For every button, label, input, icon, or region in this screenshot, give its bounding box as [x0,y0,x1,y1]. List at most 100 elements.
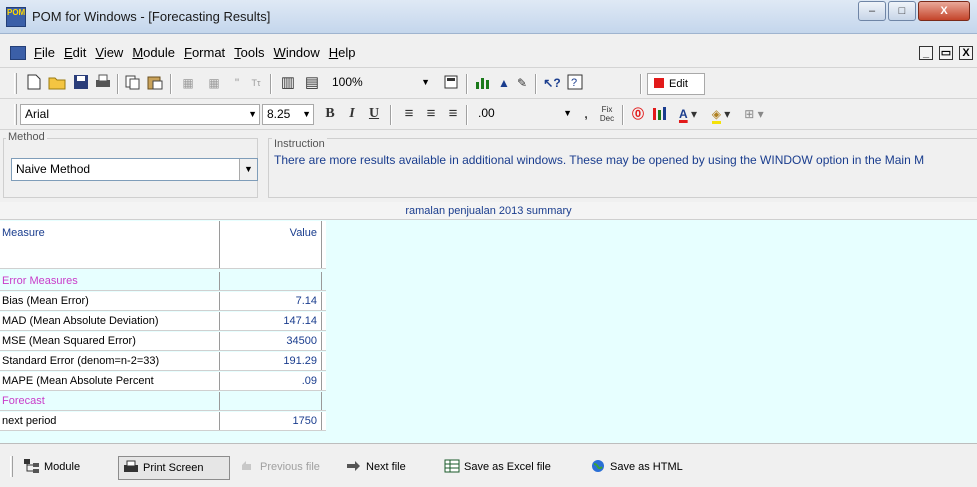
measure-cell[interactable]: next period [0,412,220,430]
value-cell[interactable] [220,272,322,290]
print-screen-button[interactable]: Print Screen [118,456,230,480]
calculator-icon[interactable] [442,74,460,92]
value-cell[interactable]: 191.29 [220,352,322,370]
print-icon[interactable] [94,74,112,92]
new-file-icon[interactable] [26,74,42,92]
measure-cell[interactable]: Forecast [0,392,220,410]
decimals-value: .00 [478,106,495,120]
minimize-button[interactable]: – [858,1,886,21]
menu-item-tools[interactable]: Tools [234,45,264,60]
paste-icon[interactable] [146,74,164,92]
mdi-minimize-button[interactable]: _ [919,46,933,60]
quote-disabled-icon: " [234,76,240,90]
next-file-button[interactable]: Next file [342,456,434,480]
toolbar-grip[interactable] [14,104,17,125]
pen-icon[interactable]: ✎ [514,74,530,92]
save-disk-icon[interactable] [72,74,90,92]
comma-icon[interactable]: , [580,105,592,123]
italic-icon[interactable]: I [344,105,360,123]
mdi-restore-button[interactable]: ▭ [939,46,953,60]
font-color-icon[interactable]: A ▾ [674,105,702,123]
open-folder-icon[interactable] [48,74,68,92]
colored-bars-icon[interactable] [652,105,670,123]
triangle-icon[interactable]: ▲ [496,74,512,92]
menu-item-module[interactable]: Module [132,45,175,60]
value-cell[interactable]: 7.14 [220,292,322,310]
align-center-icon[interactable]: ≡ [422,105,440,123]
window-title: POM for Windows - [Forecasting Results] [32,9,271,24]
module-button[interactable]: Module [20,456,112,480]
measure-cell[interactable]: Error Measures [0,272,220,290]
grid-disabled-icon: ▦ [182,76,194,90]
save-html-button[interactable]: Save as HTML [586,456,706,480]
measure-cell[interactable]: MSE (Mean Squared Error) [0,332,220,350]
chevron-down-icon: ▼ [302,109,311,119]
align-right-icon[interactable]: ≡ [444,105,462,123]
excel-icon [444,459,460,473]
value-cell[interactable] [220,392,322,410]
help-icon[interactable]: ? [566,74,584,92]
menu-item-view[interactable]: View [95,45,123,60]
rows-icon[interactable]: ▤ [302,74,322,92]
edit-button[interactable]: Edit [647,73,705,95]
menu-item-help[interactable]: Help [329,45,356,60]
table-row[interactable]: MAD (Mean Absolute Deviation) 147.14 [0,312,326,331]
menu-item-edit[interactable]: Edit [64,45,86,60]
zero-icon[interactable]: ⓪ [630,105,646,123]
value-cell[interactable]: .09 [220,372,322,390]
borders-icon[interactable]: ⊞ ▾ [740,105,768,123]
value-cell[interactable]: 34500 [220,332,322,350]
copy-icon[interactable] [124,74,142,92]
pom-app-icon[interactable]: POM [6,7,26,27]
bottom-toolbar: Module Print Screen Previous file Next f… [0,443,977,487]
section-row[interactable]: Forecast [0,392,326,411]
toolbar-grip[interactable] [14,73,17,94]
save-excel-button[interactable]: Save as Excel file [440,456,580,480]
fill-color-icon[interactable]: ◈ ▾ [706,105,736,124]
separator [270,74,272,94]
globe-icon [592,460,604,472]
table-row[interactable]: MSE (Mean Squared Error) 34500 [0,332,326,351]
toolbar-grip[interactable] [10,456,13,477]
chevron-down-icon: ▼ [239,159,257,180]
context-help-icon[interactable]: ↖? [542,74,562,92]
decimals-select[interactable]: .00 ▼ [474,104,574,125]
previous-file-button[interactable]: Previous file [236,456,336,480]
zoom-select[interactable]: 100% ▼ [328,73,432,94]
menu-bar: File Edit View Module Format Tools Window Help … [0,34,977,68]
font-select[interactable]: Arial ▼ [20,104,260,125]
value-cell[interactable]: 147.14 [220,312,322,330]
fix-decimal-icon[interactable]: Fix Dec [598,105,616,123]
close-button[interactable]: X [918,1,970,21]
stop-icon [654,78,664,88]
measure-cell[interactable]: Standard Error (denom=n-2=33) [0,352,220,370]
menu-item-window[interactable]: Window [274,45,320,60]
menu-item-format[interactable]: Format [184,45,225,60]
mdi-close-button[interactable]: X [959,46,973,60]
chart-icon[interactable] [474,74,494,92]
font-size-select[interactable]: 8.25 ▼ [262,104,314,125]
document-icon[interactable] [10,46,26,60]
header-value: Value [220,221,322,268]
table-row[interactable]: next period 1750 [0,412,326,431]
separator [640,74,642,94]
measure-cell[interactable]: MAD (Mean Absolute Deviation) [0,312,220,330]
menu-item-file[interactable]: File [34,45,55,60]
table-row[interactable]: Standard Error (denom=n-2=33) 191.29 [0,352,326,371]
bold-icon[interactable]: B [322,105,338,123]
underline-icon[interactable]: U [366,105,382,123]
save-html-label: Save as HTML [610,461,683,473]
separator [466,74,468,94]
table-row[interactable]: Bias (Mean Error) 7.14 [0,292,326,311]
measure-cell[interactable]: MAPE (Mean Absolute Percent [0,372,220,390]
separator [622,105,624,125]
align-left-icon[interactable]: ≡ [400,105,418,123]
table-row[interactable]: MAPE (Mean Absolute Percent .09 [0,372,326,391]
method-select[interactable]: Naive Method ▼ [11,158,258,181]
title-disabled-icon: Tτ [251,78,261,88]
value-cell[interactable]: 1750 [220,412,322,430]
columns-icon[interactable]: ▥ [278,74,298,92]
section-row[interactable]: Error Measures [0,272,326,291]
measure-cell[interactable]: Bias (Mean Error) [0,292,220,310]
maximize-button[interactable]: □ [888,1,916,21]
